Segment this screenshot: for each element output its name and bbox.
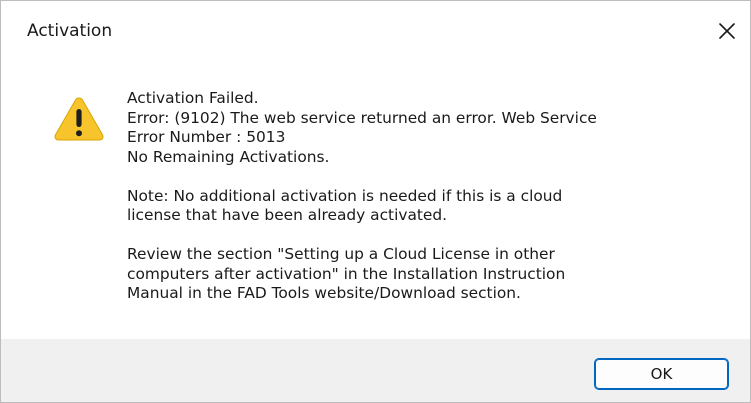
close-button[interactable]	[707, 13, 747, 49]
warning-icon	[54, 97, 104, 141]
title-bar: Activation	[1, 1, 750, 59]
error-line: Error: (9102) The web service returned a…	[127, 108, 597, 127]
activation-dialog: Activation Activation Failed. Error: (91…	[0, 0, 751, 403]
dialog-content: Activation Failed. Error: (9102) The web…	[1, 59, 750, 339]
close-icon	[719, 23, 735, 39]
review-line: Review the section "Setting up a Cloud L…	[127, 245, 555, 263]
message-heading: Activation Failed.	[127, 89, 259, 107]
ok-button[interactable]: OK	[594, 358, 729, 390]
note-paragraph: Note: No additional activation is needed…	[127, 187, 727, 226]
button-bar: OK	[1, 339, 750, 402]
error-number-line: Error Number : 5013	[127, 128, 286, 146]
review-paragraph: Review the section "Setting up a Cloud L…	[127, 245, 727, 304]
message-text: Activation Failed. Error: (9102) The web…	[127, 89, 727, 304]
remaining-activations-line: No Remaining Activations.	[127, 147, 330, 166]
note-line: license that have been already activated…	[127, 206, 448, 224]
window-title: Activation	[27, 21, 113, 41]
note-line: Note: No additional activation is needed…	[127, 186, 563, 205]
review-line: Manual in the FAD Tools website/Download…	[127, 284, 521, 302]
error-paragraph: Activation Failed. Error: (9102) The web…	[127, 89, 727, 167]
review-line: computers after activation" in the Insta…	[127, 264, 566, 283]
